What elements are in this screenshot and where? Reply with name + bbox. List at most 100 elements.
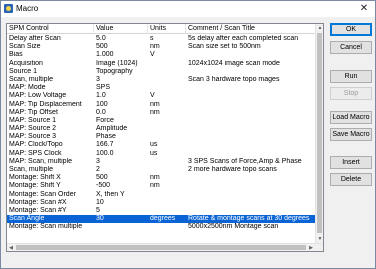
cell-spm-control[interactable]: MAP: Mode [7,84,94,92]
cell-comment[interactable] [186,109,316,117]
cell-spm-control[interactable]: Bias [7,51,94,59]
cell-spm-control[interactable]: MAP: Source 2 [7,125,94,133]
cell-units[interactable]: us [148,150,186,158]
cell-spm-control[interactable]: MAP: Low Voltage [7,92,94,100]
cell-value[interactable]: 166.7 [94,141,148,149]
column-header-value[interactable]: Value [94,24,148,34]
table-row[interactable]: Montage: Scan #X 10 [7,199,316,207]
cell-comment[interactable] [186,68,316,76]
table-row[interactable]: Scan, multiple 2 2 more hardware topo scan… [7,166,316,174]
table-row[interactable]: MAP: Source 1 Force [7,117,316,125]
cell-value[interactable]: X, then Y [94,191,148,199]
title-bar[interactable]: Macro ✕ [1,1,375,17]
cell-comment[interactable] [186,117,316,125]
vertical-scrollbar[interactable]: ▲ ▼ [315,24,323,243]
cell-units[interactable] [148,68,186,76]
stop-button[interactable]: Stop [330,87,372,100]
cell-units[interactable] [148,199,186,207]
cell-spm-control[interactable]: Delay after Scan [7,35,94,43]
cell-spm-control[interactable]: Montage: Scan Order [7,191,94,199]
cell-spm-control[interactable]: Montage: Shift X [7,174,94,182]
scroll-down-icon[interactable]: ▼ [316,235,323,243]
table-row[interactable]: MAP: Tip Offset 0.0 nm [7,109,316,117]
cell-value[interactable]: 5.0 [94,35,148,43]
cell-units[interactable] [148,117,186,125]
cell-value[interactable]: 1.000 [94,51,148,59]
cell-units[interactable] [148,158,186,166]
cell-comment[interactable] [186,51,316,59]
cell-value[interactable]: 5 [94,207,148,215]
column-header-spm-control[interactable]: SPM Control [7,24,94,34]
cell-comment[interactable]: Rotate & montage scans at 30 degrees [186,215,316,223]
cell-value[interactable] [94,223,148,231]
table-row[interactable]: MAP: Mode SPS [7,84,316,92]
save-macro-button[interactable]: Save Macro [330,128,372,141]
table-row[interactable]: Montage: Scan multiple 5000x2500nm Montag… [7,223,316,231]
cell-value[interactable]: 30 [94,215,148,223]
table-row[interactable]: Scan Angle 30 degrees Rotate & montage scan… [7,215,316,224]
cell-units[interactable] [148,191,186,199]
run-button[interactable]: Run [330,70,372,83]
cell-value[interactable]: Topography [94,68,148,76]
cell-units[interactable] [148,166,186,174]
cell-spm-control[interactable]: Source 1 [7,68,94,76]
table-row[interactable]: MAP: Clock/Topo 166.7 us [7,141,316,149]
scroll-up-icon[interactable]: ▲ [316,24,323,32]
table-row[interactable]: MAP: Source 2 Amplitude [7,125,316,133]
cell-units[interactable]: nm [148,43,186,51]
table-row[interactable]: Montage: Scan Order X, then Y [7,191,316,199]
column-header-units[interactable]: Units [148,24,186,34]
delete-button[interactable]: Delete [330,173,372,186]
cell-comment[interactable] [186,84,316,92]
cell-units[interactable]: nm [148,174,186,182]
cell-units[interactable] [148,133,186,141]
cell-spm-control[interactable]: MAP: SPS Clock [7,150,94,158]
table-row[interactable]: Source 1 Topography [7,68,316,76]
cell-units[interactable] [148,223,186,231]
table-row[interactable]: MAP: SPS Clock 100.0 us [7,150,316,158]
table-row[interactable]: Delay after Scan 5.0 s 5s delay after each … [7,35,316,43]
cell-spm-control[interactable]: Scan Angle [7,215,94,223]
cell-units[interactable] [148,207,186,215]
cell-comment[interactable]: Scan size set to 500nm [186,43,316,51]
horizontal-scrollbar[interactable]: ◀ ▶ [7,243,323,251]
table-row[interactable]: Scan, multiple 3 Scan 3 hardware topo mage… [7,76,316,84]
cell-comment[interactable]: 1024x1024 image scan mode [186,60,316,68]
cell-comment[interactable] [186,150,316,158]
cell-units[interactable] [148,125,186,133]
cell-comment[interactable] [186,191,316,199]
cell-units[interactable]: nm [148,109,186,117]
cell-comment[interactable]: 5s delay after each completed scan [186,35,316,43]
cell-spm-control[interactable]: MAP: Tip Displacement [7,101,94,109]
cell-spm-control[interactable]: MAP: Tip Offset [7,109,94,117]
cell-spm-control[interactable]: Acquisition [7,60,94,68]
cell-comment[interactable]: 3 SPS Scans of Force,Amp & Phase [186,158,316,166]
cell-value[interactable]: 1.0 [94,92,148,100]
table-row[interactable]: Bias 1.000 V [7,51,316,59]
cell-value[interactable]: 3 [94,158,148,166]
cell-value[interactable]: 500 [94,174,148,182]
cell-units[interactable]: degrees [148,215,186,223]
table-row[interactable]: MAP: Low Voltage 1.0 V [7,92,316,100]
cell-comment[interactable]: 5000x2500nm Montage scan [186,223,316,231]
load-macro-button[interactable]: Load Macro [330,111,372,124]
cell-value[interactable]: 500 [94,43,148,51]
cell-value[interactable]: SPS [94,84,148,92]
insert-button[interactable]: Insert [330,156,372,169]
cell-units[interactable]: nm [148,182,186,190]
cell-comment[interactable] [186,125,316,133]
cell-units[interactable]: V [148,92,186,100]
cell-spm-control[interactable]: Montage: Scan multiple [7,223,94,231]
cell-spm-control[interactable]: MAP: Source 3 [7,133,94,141]
cell-spm-control[interactable]: Scan Size [7,43,94,51]
close-icon[interactable]: ✕ [357,2,371,15]
macro-table[interactable]: SPM Control Value Units Comment / Scan T… [6,23,324,252]
cell-value[interactable]: 3 [94,76,148,84]
cell-units[interactable]: V [148,51,186,59]
cell-comment[interactable] [186,182,316,190]
cell-units[interactable] [148,84,186,92]
ok-button[interactable]: OK [330,23,372,36]
cell-value[interactable]: Phase [94,133,148,141]
scroll-left-icon[interactable]: ◀ [7,244,15,251]
cell-units[interactable]: s [148,35,186,43]
